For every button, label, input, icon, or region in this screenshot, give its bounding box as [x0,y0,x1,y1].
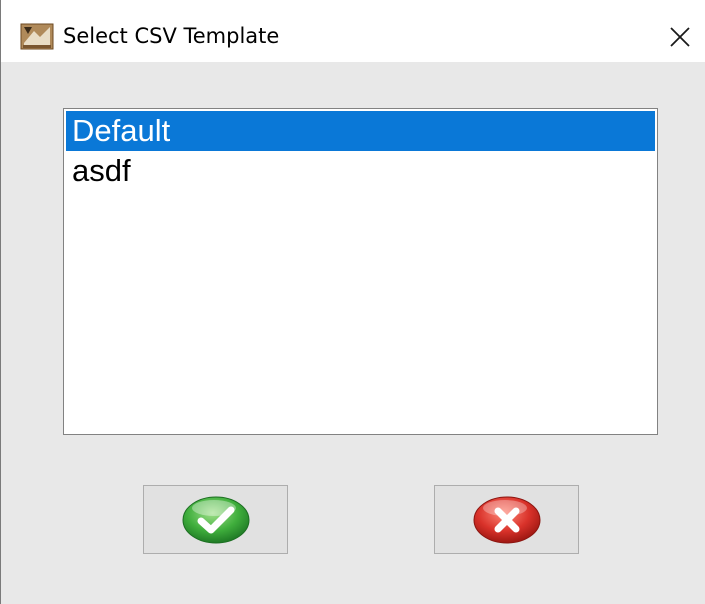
title-bar[interactable]: Select CSV Template [1,0,705,62]
list-item-label: Default [72,113,171,148]
checkmark-icon [182,496,250,544]
dialog-window: Select CSV Template Default asdf [0,0,705,604]
list-item-label: asdf [72,153,131,188]
close-button[interactable] [657,14,705,60]
close-icon [670,27,690,47]
window-title: Select CSV Template [63,24,280,48]
list-item-asdf[interactable]: asdf [66,151,655,191]
ok-button[interactable] [143,485,288,554]
dialog-body: Default asdf [1,62,705,604]
app-icon [20,21,54,51]
template-listbox[interactable]: Default asdf [63,108,658,435]
cancel-button[interactable] [434,485,579,554]
red-x-icon [473,496,541,544]
list-item-default[interactable]: Default [66,111,655,151]
